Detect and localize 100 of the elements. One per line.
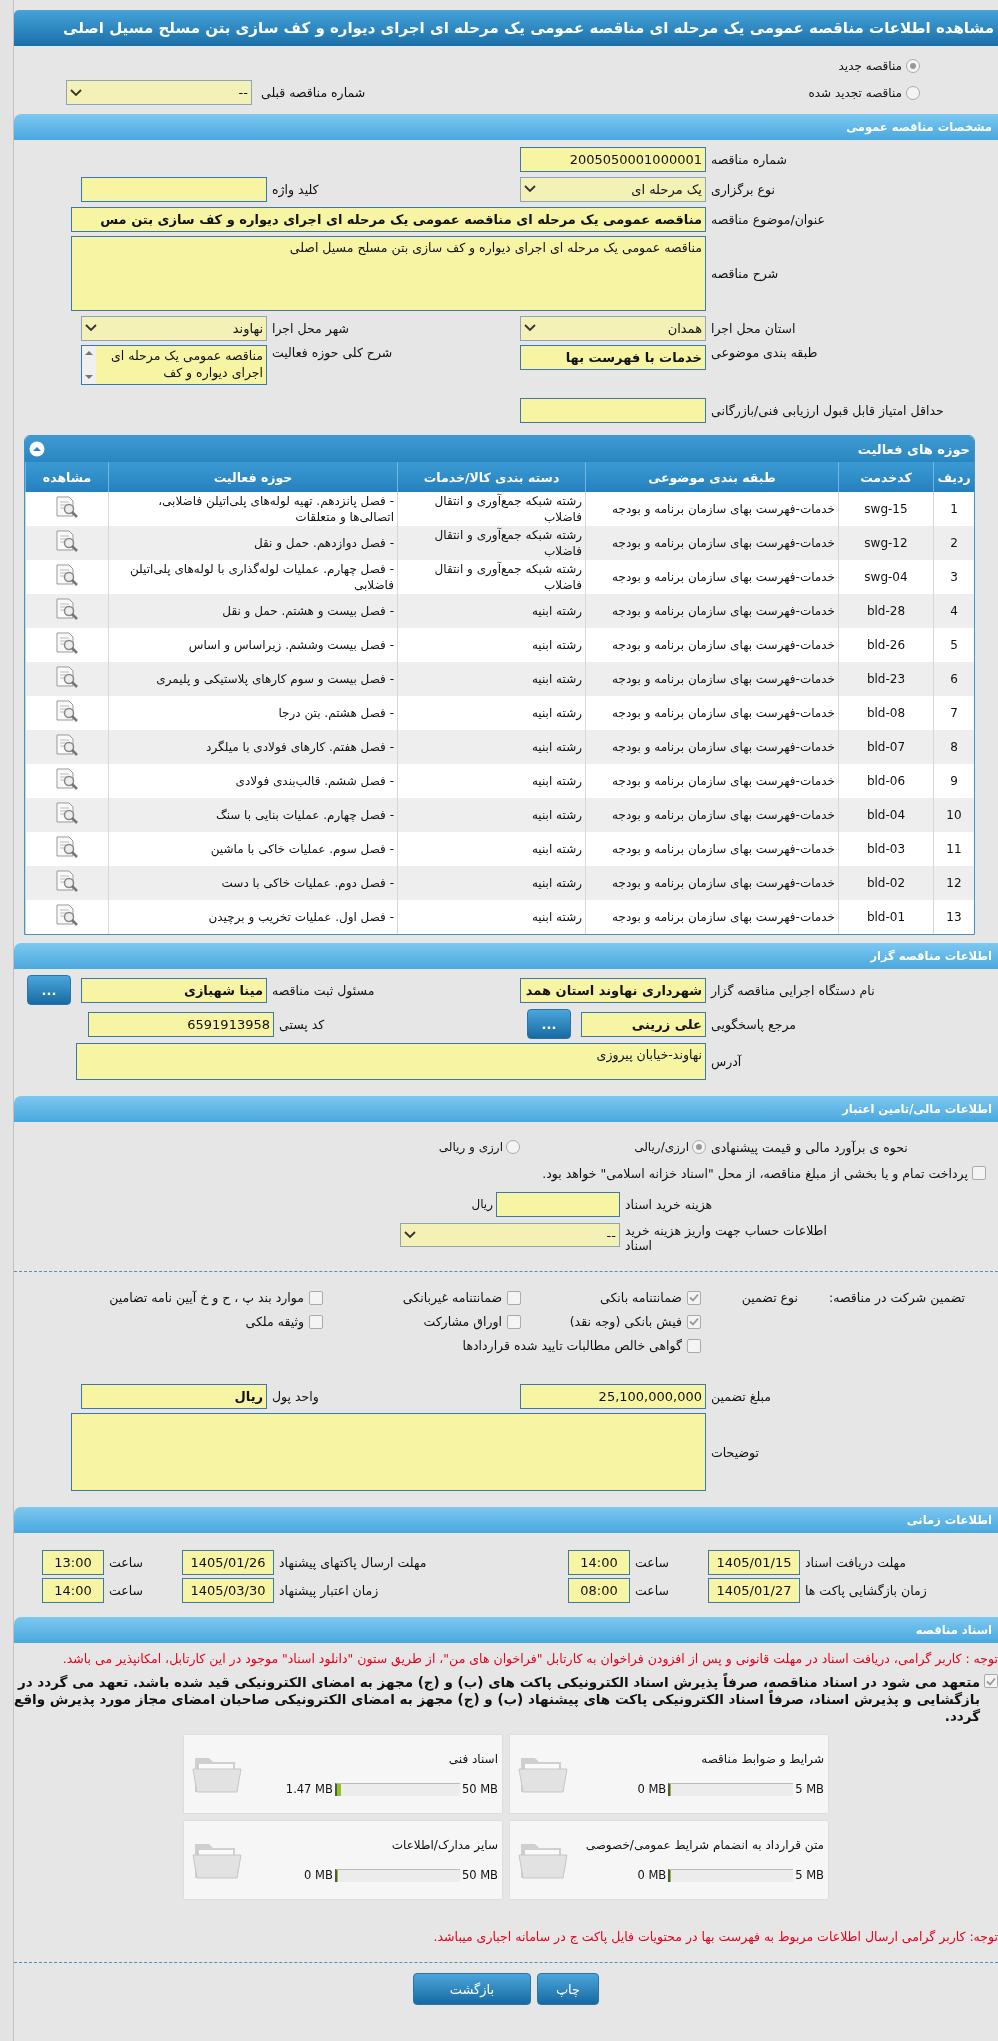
dropdown[interactable]: یک مرحله ای: [520, 176, 706, 202]
document-search-icon[interactable]: [54, 801, 80, 825]
text-field[interactable]: مینا شهبازی: [81, 977, 267, 1003]
dropdown[interactable]: همدان: [520, 315, 706, 341]
table-cell: 13: [933, 900, 974, 934]
text-field[interactable]: [496, 1191, 620, 1217]
table-cell: - فصل بیست و سوم کارهای پلاستیکی و پلیمری: [108, 662, 398, 696]
column-header: طبقه بندی موضوعی: [585, 462, 839, 492]
section-header: اسناد مناقصه: [14, 1617, 998, 1643]
text-field[interactable]: مناقصه عمومی یک مرحله ای مناقصه عمومی یک مرحله ای اجرای دیواره و کف سازی بتن مس: [71, 206, 706, 232]
checkbox[interactable]: [687, 1338, 701, 1353]
text-field[interactable]: 25,100,000,000: [520, 1383, 706, 1409]
table-cell: - فصل هفتم. کارهای فولادی با میلگرد: [108, 730, 398, 764]
radio-button[interactable]: [906, 58, 920, 73]
table-cell: 12: [933, 866, 974, 900]
checkbox[interactable]: [687, 1314, 701, 1329]
notice-text: توجه : کاربر گرامی، دریافت اسناد در مهلت قانونی و پس از افزودن فراخوان به کارتابل "فراخوان های من"، از طریق ستون "دانلود اسناد" موجود در این کارتابل، امکانپذیر می باشد.: [61, 1650, 998, 1668]
text-field[interactable]: 2005050001000001: [520, 146, 706, 172]
dropdown[interactable]: --: [66, 80, 252, 105]
table-cell: خدمات-فهرست بهای سازمان برنامه و بودجه: [585, 798, 839, 832]
text-field[interactable]: [520, 397, 706, 423]
document-search-icon[interactable]: [54, 767, 80, 791]
chevron-down-icon: [524, 324, 536, 332]
action-button[interactable]: بازگشت: [412, 1973, 531, 2005]
radio-button[interactable]: [506, 1140, 520, 1154]
field-label: حداقل امتیاز قابل قبول ارزیابی فنی/بازرگانی: [710, 402, 945, 418]
action-button[interactable]: چاپ: [536, 1973, 600, 2005]
collapse-icon[interactable]: [29, 441, 45, 457]
unit-label: ریال: [471, 1197, 493, 1211]
text-field[interactable]: ریال: [81, 1383, 267, 1409]
size-label: 5 MB: [795, 1868, 824, 1882]
field-label: هزینه خرید اسناد: [624, 1196, 714, 1212]
column-header: ردیف: [933, 462, 974, 492]
file-title: شرایط و ضوابط مناقصه: [700, 1752, 824, 1766]
document-search-icon[interactable]: [54, 563, 80, 587]
document-search-icon[interactable]: [54, 597, 80, 621]
table-cell: رشته ابنیه: [397, 730, 586, 764]
size-label: 0 MB: [637, 1782, 667, 1796]
document-search-icon[interactable]: [54, 835, 80, 859]
browse-button[interactable]: ...: [27, 975, 71, 1005]
checkbox-label: پرداخت تمام و یا بخشی از مبلغ مناقصه، از محل "اسناد خزانه اسلامی" خواهد بود.: [542, 1166, 968, 1181]
field-label: طبقه بندی موضوعی: [710, 345, 819, 360]
document-search-icon[interactable]: [54, 529, 80, 553]
field-label: عنوان/موضوع مناقصه: [710, 211, 826, 227]
table-cell: 8: [933, 730, 974, 764]
checkbox[interactable]: [984, 1674, 998, 1688]
section-header: مشخصات مناقصه عمومی: [14, 114, 998, 140]
date-field[interactable]: 1405/01/26: [182, 1549, 274, 1575]
text-field[interactable]: خدمات با فهرست بها: [520, 345, 706, 370]
table-cell: bld-01: [838, 900, 934, 934]
date-field[interactable]: 1405/01/27: [708, 1577, 800, 1603]
checkbox[interactable]: [309, 1290, 323, 1305]
dropdown[interactable]: نهاوند: [81, 315, 267, 341]
document-search-icon[interactable]: [54, 495, 80, 519]
text-area[interactable]: مناقصه عمومی یک مرحله ای اجرای دیواره و کف سازی بتن مسلح مسیل اصلی: [71, 236, 706, 311]
field-label: شرح کلی حوزه فعالیت: [271, 345, 394, 360]
checkbox-label: متعهد می شود در اسناد مناقصه، صرفاً پذیرش اسناد الکترونیکی پاکت های (ب) و (ج) مجهز به امضای الکترونیکی قید شده باشد. تعهد می گردد در بازگشایی و پذیرش اسناد، صرفاً اسناد الکترونیکی پاکت های پیشنهاد (ب) و (ج) مجهز به امضای الکترونیکی صاحبان امضای مجاز مورد پذیرش واقع گردد.: [14, 1674, 980, 1725]
checkbox[interactable]: [507, 1314, 521, 1329]
text-field[interactable]: علی زرینی: [581, 1011, 706, 1037]
document-search-icon[interactable]: [54, 869, 80, 893]
dropdown[interactable]: --: [400, 1223, 620, 1247]
time-field[interactable]: 14:00: [568, 1549, 630, 1575]
text-area[interactable]: نهاوند-خیابان پیروزی: [76, 1043, 706, 1080]
field-label: زمان بازگشایی پاکت ها: [804, 1582, 928, 1598]
checkbox[interactable]: [309, 1314, 323, 1329]
checkbox[interactable]: [972, 1166, 986, 1180]
list-box[interactable]: مناقصه عمومی یک مرحله ای اجرای دیواره و کف: [81, 345, 267, 385]
text-area[interactable]: [71, 1413, 706, 1491]
text-field[interactable]: شهرداری نهاوند استان همد: [520, 977, 706, 1003]
table-cell: bld-28: [838, 594, 934, 628]
size-label: 1.47 MB: [285, 1782, 333, 1796]
column-header: دسته بندی کالا/خدمات: [397, 462, 586, 492]
document-search-icon[interactable]: [54, 733, 80, 757]
field-label: شهر محل اجرا: [271, 320, 350, 336]
document-search-icon[interactable]: [54, 631, 80, 655]
section-header: اطلاعات مالی/تامین اعتبار: [14, 1096, 998, 1122]
table-cell: خدمات-فهرست بهای سازمان برنامه و بودجه: [585, 730, 839, 764]
date-field[interactable]: 1405/01/15: [708, 1549, 800, 1575]
file-title: سایر مدارک/اطلاعات: [390, 1838, 498, 1852]
checkbox-label: فیش بانکی (وجه نقد): [569, 1314, 682, 1329]
document-search-icon[interactable]: [54, 699, 80, 723]
checkbox[interactable]: [507, 1290, 521, 1305]
field-label: واحد پول: [271, 1388, 320, 1404]
text-field[interactable]: [81, 176, 267, 202]
browse-button[interactable]: ...: [527, 1009, 571, 1039]
checkbox[interactable]: [687, 1290, 701, 1305]
document-search-icon[interactable]: [54, 903, 80, 927]
document-search-icon[interactable]: [54, 665, 80, 689]
time-field[interactable]: 14:00: [42, 1577, 104, 1603]
time-field[interactable]: 13:00: [42, 1549, 104, 1575]
field-label: ساعت: [634, 1582, 670, 1598]
table-cell: خدمات-فهرست بهای سازمان برنامه و بودجه: [585, 594, 839, 628]
date-field[interactable]: 1405/03/30: [182, 1577, 274, 1603]
size-label: 0 MB: [304, 1868, 333, 1882]
time-field[interactable]: 08:00: [568, 1577, 630, 1603]
text-field[interactable]: 6591913958: [88, 1011, 274, 1037]
radio-button[interactable]: [692, 1140, 706, 1154]
field-label: مهلت دریافت اسناد: [804, 1554, 908, 1570]
radio-label: ارزی و ریالی: [438, 1140, 503, 1154]
radio-button[interactable]: [906, 85, 920, 100]
